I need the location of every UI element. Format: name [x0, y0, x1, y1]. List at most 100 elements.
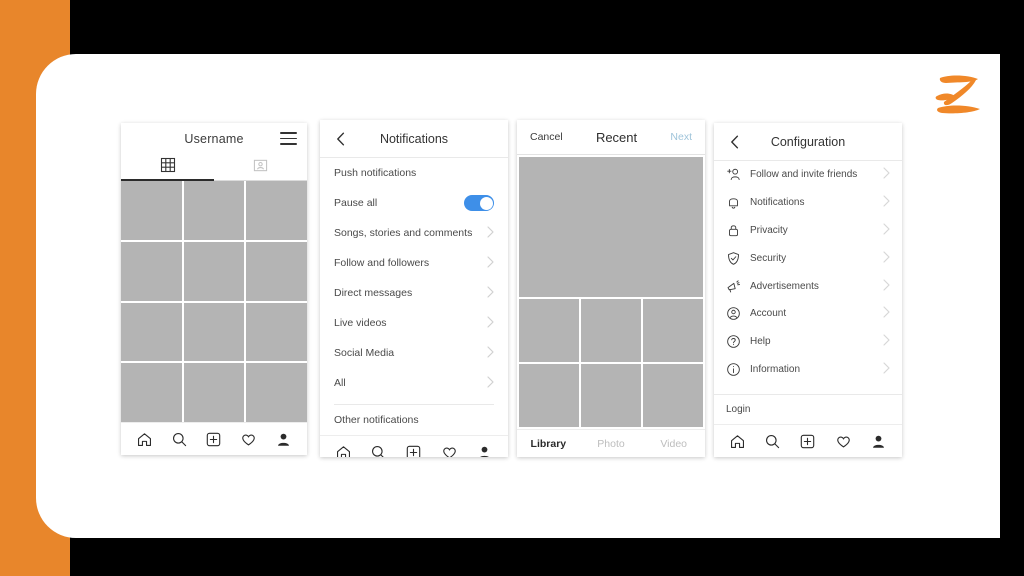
bottom-nav-bar — [320, 435, 508, 457]
grid-cell[interactable] — [183, 363, 245, 422]
tab-tagged[interactable] — [214, 154, 307, 181]
photo-grid — [121, 181, 307, 422]
row-label: Help — [750, 336, 771, 348]
pause-all-toggle[interactable] — [464, 195, 494, 211]
search-icon[interactable] — [764, 433, 781, 450]
chevron-right-icon — [487, 255, 494, 271]
profile-icon[interactable] — [275, 431, 292, 448]
row-notifications[interactable]: Notifications — [726, 189, 890, 217]
row-pause-all[interactable]: Pause all — [334, 188, 494, 218]
thumbnail-cell[interactable] — [519, 364, 579, 427]
search-icon[interactable] — [171, 431, 188, 448]
tagged-photo-icon — [253, 158, 268, 178]
row-label: Direct messages — [334, 287, 413, 299]
tab-grid[interactable] — [121, 154, 214, 181]
grid-icon — [160, 157, 176, 178]
configuration-list: Follow and invite friends Notifications … — [714, 161, 902, 394]
picker-header: Cancel Recent Next — [517, 120, 705, 155]
row-advertisements[interactable]: Advertisements — [726, 272, 890, 300]
row-label: Social Media — [334, 347, 395, 359]
chevron-right-icon — [883, 223, 890, 238]
row-account[interactable]: Account — [726, 300, 890, 328]
hamburger-icon[interactable] — [280, 132, 297, 145]
row-live-videos[interactable]: Live videos — [334, 308, 494, 338]
row-help[interactable]: Help — [726, 328, 890, 356]
chevron-left-icon[interactable] — [336, 132, 345, 151]
page-title: Notifications — [379, 131, 449, 146]
notifications-screen: Notifications Push notifications Pause a… — [320, 120, 508, 457]
grid-cell[interactable] — [183, 181, 245, 240]
megaphone-icon — [726, 279, 741, 294]
row-label: Songs, stories and comments — [334, 227, 473, 239]
heart-icon[interactable] — [240, 431, 257, 448]
row-songs-stories-and-comments[interactable]: Songs, stories and comments — [334, 218, 494, 248]
row-security[interactable]: Security — [726, 244, 890, 272]
row-label: Account — [750, 308, 787, 320]
section-label-push-notifications: Push notifications — [334, 158, 494, 188]
heart-icon[interactable] — [835, 433, 852, 450]
login-label: Login — [726, 404, 751, 415]
tab-photo[interactable]: Photo — [580, 438, 643, 450]
row-social-media[interactable]: Social Media — [334, 338, 494, 368]
chevron-right-icon — [487, 375, 494, 391]
configuration-header: Configuration — [714, 123, 902, 161]
home-icon[interactable] — [136, 431, 153, 448]
grid-cell[interactable] — [121, 363, 182, 422]
bottom-nav-bar — [121, 422, 307, 455]
picker-mode-tabs: Library Photo Video — [517, 429, 705, 457]
row-follow-and-invite-friends[interactable]: Follow and invite friends — [726, 161, 890, 189]
thumbnail-cell[interactable] — [581, 299, 641, 362]
heart-icon[interactable] — [441, 444, 458, 457]
row-label: Follow and invite friends — [750, 169, 858, 181]
grid-cell[interactable] — [246, 181, 307, 240]
next-button[interactable]: Next — [670, 131, 692, 143]
profile-icon[interactable] — [476, 444, 493, 457]
row-label: Advertisements — [750, 280, 819, 292]
add-post-icon[interactable] — [405, 444, 422, 457]
section-label-other-notifications: Other notifications — [334, 405, 494, 435]
grid-cell[interactable] — [246, 363, 307, 422]
tab-library[interactable]: Library — [517, 438, 580, 450]
row-label: Privacity — [750, 224, 788, 236]
chevron-right-icon — [883, 195, 890, 210]
grid-cell[interactable] — [246, 302, 307, 362]
grid-cell[interactable] — [246, 241, 307, 301]
row-follow-and-followers[interactable]: Follow and followers — [334, 248, 494, 278]
thumbnail-cell[interactable] — [643, 364, 703, 427]
thumbnail-grid — [517, 297, 705, 429]
grid-cell[interactable] — [183, 302, 245, 362]
grid-cell[interactable] — [121, 302, 182, 362]
chevron-left-icon[interactable] — [730, 135, 739, 154]
row-label: Follow and followers — [334, 257, 430, 269]
login-row[interactable]: Login — [714, 394, 902, 424]
row-information[interactable]: Information — [726, 356, 890, 384]
row-label: All — [334, 377, 346, 389]
lock-icon — [726, 223, 741, 238]
page-title: Recent — [595, 129, 638, 145]
thumbnail-cell[interactable] — [581, 364, 641, 427]
grid-cell[interactable] — [121, 181, 182, 240]
cancel-button[interactable]: Cancel — [530, 131, 563, 143]
thumbnail-cell[interactable] — [519, 299, 579, 362]
search-icon[interactable] — [370, 444, 387, 457]
section-label-text: Push notifications — [334, 167, 417, 179]
add-post-icon[interactable] — [799, 433, 816, 450]
shield-check-icon — [726, 251, 741, 266]
tab-video[interactable]: Video — [642, 438, 705, 450]
profile-icon[interactable] — [870, 433, 887, 450]
row-privacity[interactable]: Privacity — [726, 217, 890, 245]
bell-icon — [726, 195, 741, 210]
profile-header: Username — [121, 123, 307, 154]
home-icon[interactable] — [729, 433, 746, 450]
row-label: Information — [750, 363, 801, 375]
row-label: Live videos — [334, 317, 387, 329]
account-circle-icon — [726, 306, 741, 321]
photo-preview[interactable] — [519, 157, 703, 297]
row-all[interactable]: All — [334, 368, 494, 398]
thumbnail-cell[interactable] — [643, 299, 703, 362]
row-direct-messages[interactable]: Direct messages — [334, 278, 494, 308]
add-post-icon[interactable] — [205, 431, 222, 448]
home-icon[interactable] — [335, 444, 352, 457]
grid-cell[interactable] — [183, 241, 245, 301]
grid-cell[interactable] — [121, 241, 182, 301]
